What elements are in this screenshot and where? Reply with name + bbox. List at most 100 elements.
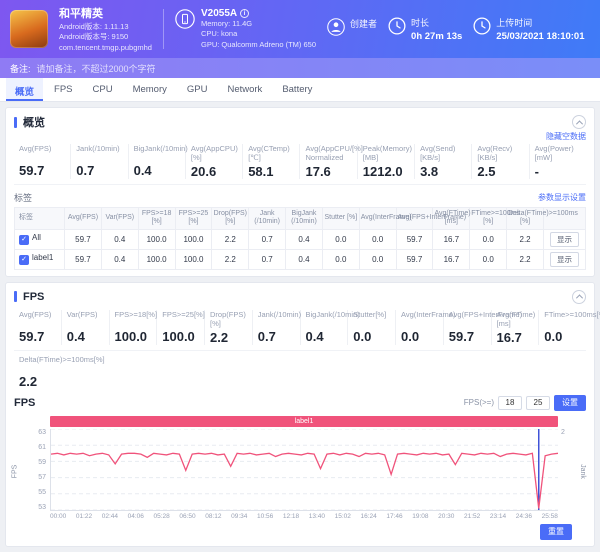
metric-value: 0.0: [401, 329, 438, 344]
row-checkbox[interactable]: ✓: [19, 255, 29, 265]
y2-axis-title: Jank: [579, 464, 586, 479]
metric: Avg(AppCPU/[%] Normalized17.6: [300, 144, 357, 179]
metric-label: Avg(FPS): [19, 310, 56, 327]
fps-threshold-label: FPS(>=): [464, 398, 494, 407]
metric-value: 100.0: [162, 329, 199, 344]
x-axis-labels: 00:0001:2202:4404:0605:2806:5008:1209:34…: [50, 513, 558, 520]
show-button[interactable]: 显示: [550, 252, 579, 267]
tab-Network[interactable]: Network: [218, 78, 271, 101]
x-tick-label: 05:28: [154, 513, 170, 520]
device-info: V2055A i Memory: 11.4G CPU: kona GPU: Qu…: [175, 8, 316, 49]
fps-metrics: Avg(FPS)59.7Var(FPS)0.4FPS>=18[%]100.0FP…: [14, 310, 586, 351]
hide-empty-data-link[interactable]: 隐藏空数据: [546, 131, 586, 142]
metric-label: Jank(/10min): [258, 310, 295, 327]
label-name: label1: [32, 253, 53, 262]
metric-label: Avg(Recv)[KB/s]: [477, 144, 523, 162]
collapse-icon[interactable]: [572, 290, 586, 304]
reset-zoom-button[interactable]: 重置: [540, 524, 572, 540]
column-header: Avg(InterFrame): [359, 208, 396, 230]
table-cell: 2.2: [212, 229, 249, 249]
x-tick-label: 04:06: [128, 513, 144, 520]
table-cell: 0.0: [322, 229, 359, 249]
remark-input[interactable]: 请加备注，不超过2000个字符: [37, 62, 156, 75]
labels-section-header: 标签 参数显示设置: [14, 191, 586, 204]
label-band[interactable]: label1: [50, 416, 558, 427]
metric-value: 59.7: [19, 329, 56, 344]
apply-threshold-button[interactable]: 设置: [554, 395, 586, 411]
table-cell: 0.4: [286, 229, 323, 249]
overview-panel-header: 概览: [14, 114, 586, 130]
metric-label: BigJank(/10min): [134, 144, 180, 161]
report-header: 和平精英 Android版本: 1.11.13 Android版本号: 9150…: [0, 0, 600, 58]
tab-Battery[interactable]: Battery: [273, 78, 321, 101]
fps-threshold-input-2[interactable]: [526, 396, 550, 410]
header-divider: [163, 9, 164, 49]
collapse-icon[interactable]: [572, 115, 586, 129]
x-tick-label: 00:00: [50, 513, 66, 520]
label-name-cell: ✓All: [15, 229, 65, 249]
duration-label: 时长: [411, 16, 462, 29]
metric: BigJank(/10min)0.4: [129, 144, 186, 179]
metric-value: 16.7: [497, 330, 534, 345]
table-row: ✓All59.70.4100.0100.02.20.70.40.00.059.7…: [15, 229, 586, 249]
table-cell: 100.0: [138, 229, 175, 249]
x-tick-label: 19:08: [412, 513, 428, 520]
table-cell: 0.4: [286, 249, 323, 269]
metric-value: 100.0: [115, 329, 152, 344]
remark-label: 备注:: [10, 62, 31, 75]
x-tick-label: 20:30: [438, 513, 454, 520]
tab-CPU[interactable]: CPU: [84, 78, 122, 101]
tab-GPU[interactable]: GPU: [178, 78, 217, 101]
metric: BigJank(/10min)0.4: [301, 310, 349, 345]
fps-chart: FPS Jank label1 636159575553 2 00:0001:2…: [14, 416, 586, 540]
metric: Jank(/10min)0.7: [71, 144, 128, 179]
metric-value: 1212.0: [363, 164, 409, 179]
column-header: FPS>=18 [%]: [138, 208, 175, 230]
column-header: FPS>=25 [%]: [175, 208, 212, 230]
table-cell: 0.7: [249, 229, 286, 249]
main-content: 概览 隐藏空数据 Avg(FPS)59.7Jank(/10min)0.7BigJ…: [0, 102, 600, 552]
metric: Drop(FPS)[%]2.2: [205, 310, 253, 345]
show-button[interactable]: 显示: [550, 232, 579, 247]
metric: Avg(FPS+InterFrame)59.7: [444, 310, 492, 345]
metric: Stutter[%]0.0: [348, 310, 396, 345]
y-tick: 59: [38, 459, 46, 466]
column-header: Drop(FPS) [%]: [212, 208, 249, 230]
metric-label: Avg(CTemp)[℃]: [248, 144, 294, 162]
metric-label: Avg(FTime)[ms]: [497, 310, 534, 328]
table-cell: 0.0: [470, 249, 507, 269]
tab-概览[interactable]: 概览: [6, 78, 43, 101]
labels-table: 标签Avg(FPS)Var(FPS)FPS>=18 [%]FPS>=25 [%]…: [14, 207, 586, 270]
device-model: V2055A: [201, 8, 237, 19]
y-tick: 63: [38, 429, 46, 436]
x-tick-label: 24:36: [516, 513, 532, 520]
metric-label: Avg(Send)[KB/s]: [420, 144, 466, 162]
table-cell: 16.7: [433, 249, 470, 269]
metric: Avg(InterFrame)0.0: [396, 310, 444, 345]
metric-label: Drop(FPS)[%]: [210, 310, 247, 328]
table-cell: 0.4: [101, 229, 138, 249]
metric-label: Stutter[%]: [353, 310, 390, 327]
metric-value: 0.0: [544, 329, 581, 344]
table-cell: 16.7: [433, 229, 470, 249]
metric: Delta(FTime)>=100ms[%]2.2: [14, 355, 144, 389]
metric-value: 0.7: [258, 329, 295, 344]
remark-bar: 备注: 请加备注，不超过2000个字符: [0, 58, 600, 78]
overview-panel: 概览 隐藏空数据 Avg(FPS)59.7Jank(/10min)0.7BigJ…: [5, 107, 595, 277]
tab-FPS[interactable]: FPS: [45, 78, 81, 101]
tab-Memory[interactable]: Memory: [124, 78, 176, 101]
metric-label: Avg(AppCPU/[%] Normalized: [305, 144, 351, 162]
fps-threshold-input-1[interactable]: [498, 396, 522, 410]
metric-label: Var(FPS): [67, 310, 104, 327]
info-icon[interactable]: i: [240, 9, 249, 18]
param-display-settings-link[interactable]: 参数显示设置: [538, 192, 586, 203]
table-cell: 2.2: [507, 249, 544, 269]
plot-area[interactable]: [50, 429, 558, 511]
row-checkbox[interactable]: ✓: [19, 235, 29, 245]
y-tick: 55: [38, 489, 46, 496]
column-header: FTime>=100ms [%]: [470, 208, 507, 230]
table-cell: 0.4: [101, 249, 138, 269]
device-cpu: CPU: kona: [201, 29, 316, 39]
metric-value: 2.5: [477, 164, 523, 179]
table-cell: 0.0: [359, 229, 396, 249]
